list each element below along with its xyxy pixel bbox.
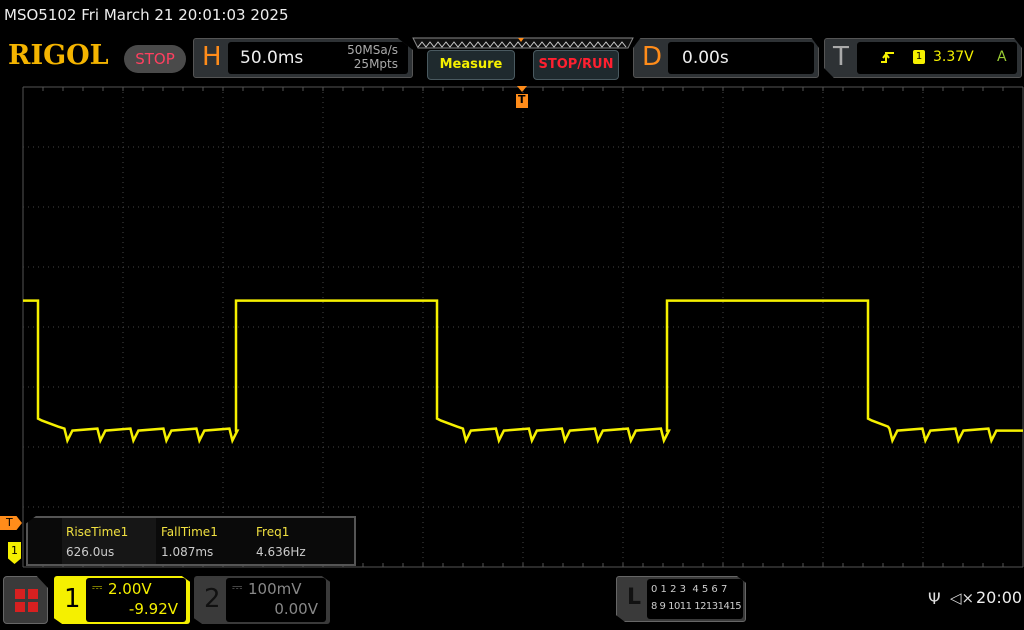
horizontal-panel[interactable]: H 50.0ms 50MSa/s 25Mpts: [193, 38, 413, 78]
waveform-overview-bar[interactable]: [412, 37, 634, 49]
run-state-badge[interactable]: STOP: [124, 45, 186, 73]
waveform-grid[interactable]: [22, 86, 1024, 568]
timebase-value: 50.0ms: [240, 48, 304, 68]
dc-icon: ⎓: [232, 580, 243, 595]
rigol-logo: RIGOL: [8, 40, 109, 71]
trigger-level-marker[interactable]: T: [0, 516, 22, 530]
channel1-offset-marker[interactable]: 1: [8, 542, 21, 564]
rising-edge-icon: [881, 52, 894, 63]
logic-analyzer-button[interactable]: L 0 1 2 3 4 5 6 7 8 9 1011 12131415: [616, 576, 746, 622]
delay-panel[interactable]: D 0.00s: [633, 38, 819, 78]
channel1-trace: [23, 299, 1023, 445]
measurement-name: RiseTime1: [66, 525, 129, 539]
dc-icon: ⎓: [92, 580, 103, 595]
app-menu-button[interactable]: [3, 576, 48, 624]
measurement-panel[interactable]: RiseTime1 626.0us FallTime1 1.087ms Freq…: [26, 516, 356, 566]
logic-label: L: [627, 585, 642, 610]
trigger-source: 1: [913, 50, 925, 64]
channel-number: 1: [64, 584, 81, 614]
delay-label: D: [642, 42, 663, 72]
trigger-mode: A: [997, 49, 1007, 65]
grid-menu-icon: [15, 589, 38, 612]
channel2-button[interactable]: 2 ⎓ 100mV 0.00V: [194, 576, 330, 624]
trigger-level: 3.37V: [933, 49, 974, 65]
logic-channels-row1: 0 1 2 3 4 5 6 7: [651, 584, 728, 595]
measurement-value: 1.087ms: [161, 545, 214, 559]
sample-rate: 50MSa/s: [347, 43, 398, 57]
channel-scale: 2.00V: [108, 580, 152, 598]
measure-button[interactable]: Measure: [427, 50, 515, 80]
horizontal-label: H: [202, 42, 222, 72]
logic-channels-row2: 8 9 1011 12131415: [651, 601, 742, 612]
measurement-value: 4.636Hz: [256, 545, 306, 559]
channel-offset: -9.92V: [128, 600, 178, 618]
status-title: MSO5102 Fri March 21 20:01:03 2025: [4, 6, 289, 24]
measurement-name: FallTime1: [161, 525, 218, 539]
clock: 20:00: [976, 588, 1023, 607]
mute-icon[interactable]: ◁×: [950, 589, 974, 607]
channel1-button[interactable]: 1 ⎓ 2.00V -9.92V: [54, 576, 190, 624]
channel-offset: 0.00V: [274, 600, 318, 618]
usb-icon: Ψ: [928, 589, 941, 608]
delay-value: 0.00s: [682, 48, 729, 68]
measurement-value: 626.0us: [66, 545, 115, 559]
channel-scale: 100mV: [248, 580, 302, 598]
trigger-label: T: [833, 42, 849, 72]
memory-depth: 25Mpts: [353, 57, 398, 71]
measurement-name: Freq1: [256, 525, 290, 539]
trigger-position-marker[interactable]: T: [515, 86, 529, 110]
channel-number: 2: [204, 584, 221, 614]
stop-run-button[interactable]: STOP/RUN: [533, 50, 619, 80]
trigger-panel[interactable]: T 1 3.37V A: [824, 38, 1022, 78]
